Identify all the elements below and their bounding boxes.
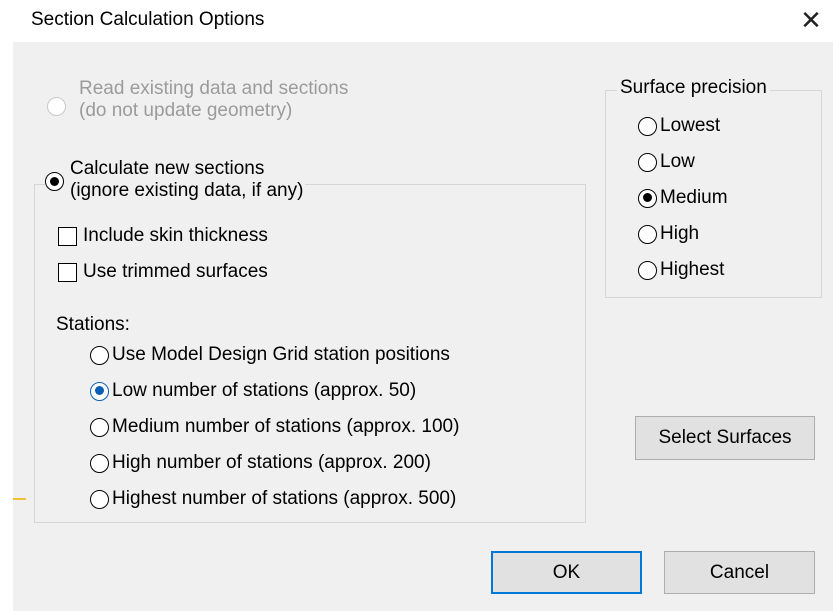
precision-option-label: Highest xyxy=(660,259,725,280)
precision-option-highest[interactable]: Highest xyxy=(638,259,724,281)
station-option-model-grid[interactable]: Use Model Design Grid station positions xyxy=(90,344,450,366)
station-option-radio-circle xyxy=(90,417,109,437)
surface-precision-label: Surface precision xyxy=(617,77,770,99)
read-existing-label-line2: (do not update geometry) xyxy=(79,100,293,121)
station-option-radio-circle xyxy=(90,453,109,473)
calculate-new-label-line1: Calculate new sections xyxy=(70,158,265,179)
station-option-label: Medium number of stations (approx. 100) xyxy=(112,416,460,437)
station-option-high[interactable]: High number of stations (approx. 200) xyxy=(90,452,431,474)
use-trimmed-surfaces-checkbox[interactable]: Use trimmed surfaces xyxy=(58,261,268,283)
station-option-radio-circle xyxy=(90,489,109,509)
station-option-medium[interactable]: Medium number of stations (approx. 100) xyxy=(90,416,459,438)
dialog-title: Section Calculation Options xyxy=(31,9,265,30)
ok-button[interactable]: OK xyxy=(491,551,642,594)
read-existing-label: Read existing data and sections (do not … xyxy=(79,78,348,122)
precision-option-medium[interactable]: Medium xyxy=(638,187,728,209)
read-existing-label-line1: Read existing data and sections xyxy=(79,78,349,99)
station-option-label: High number of stations (approx. 200) xyxy=(112,452,431,473)
title-bar: Section Calculation Options ✕ xyxy=(0,0,833,42)
read-existing-radio-circle xyxy=(47,97,66,116)
precision-option-high[interactable]: High xyxy=(638,223,699,245)
station-option-radio-circle xyxy=(90,381,109,401)
include-skin-thickness-box xyxy=(58,226,77,246)
precision-option-lowest[interactable]: Lowest xyxy=(638,115,720,137)
precision-option-label: Medium xyxy=(660,187,728,208)
precision-radio-circle xyxy=(638,224,657,244)
read-existing-radio[interactable] xyxy=(47,89,69,116)
precision-option-low[interactable]: Low xyxy=(638,151,695,173)
include-skin-thickness-label: Include skin thickness xyxy=(83,225,268,246)
precision-radio-circle xyxy=(638,260,657,280)
calculate-new-label-line2: (ignore existing data, if any) xyxy=(70,180,304,201)
station-option-label: Use Model Design Grid station positions xyxy=(112,344,450,365)
cancel-button[interactable]: Cancel xyxy=(664,551,815,594)
precision-radio-circle xyxy=(638,116,657,136)
use-trimmed-surfaces-label: Use trimmed surfaces xyxy=(83,261,268,282)
station-option-low[interactable]: Low number of stations (approx. 50) xyxy=(90,380,416,402)
precision-option-label: High xyxy=(660,223,700,244)
include-skin-thickness-checkbox[interactable]: Include skin thickness xyxy=(58,225,268,247)
precision-radio-circle xyxy=(638,152,657,172)
station-option-label: Highest number of stations (approx. 500) xyxy=(112,488,457,509)
calculate-new-radio-circle xyxy=(45,172,64,191)
station-option-label: Low number of stations (approx. 50) xyxy=(112,380,417,401)
close-icon[interactable]: ✕ xyxy=(794,4,828,36)
use-trimmed-surfaces-box xyxy=(58,262,77,282)
calculate-new-radio[interactable]: Calculate new sections (ignore existing … xyxy=(45,158,306,202)
precision-option-label: Low xyxy=(660,151,695,172)
select-surfaces-button[interactable]: Select Surfaces xyxy=(635,416,815,460)
station-option-radio-circle xyxy=(90,345,109,365)
dialog-body: Read existing data and sections (do not … xyxy=(13,42,833,611)
stations-label: Stations: xyxy=(56,314,130,335)
precision-radio-circle xyxy=(638,188,657,208)
precision-option-label: Lowest xyxy=(660,115,721,136)
window-accent-line xyxy=(13,498,26,500)
station-option-highest[interactable]: Highest number of stations (approx. 500) xyxy=(90,488,456,510)
